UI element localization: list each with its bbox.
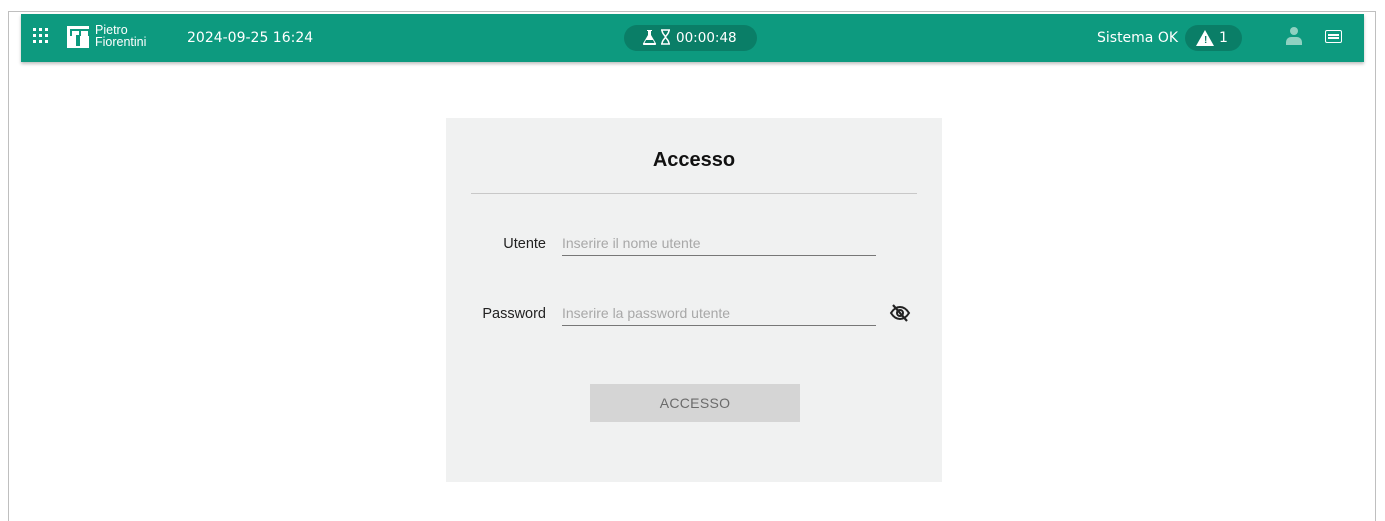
alarm-button[interactable]: ! 1 <box>1185 25 1242 51</box>
flask-icon <box>642 29 657 49</box>
password-input[interactable] <box>562 301 876 326</box>
brand-name-line2: Fiorentini <box>95 35 147 49</box>
current-datetime: 2024-09-25 16:24 <box>187 30 314 46</box>
session-timer: 00:00:48 <box>624 25 757 51</box>
hourglass-icon <box>660 29 671 49</box>
top-bar: Pietro Fiorentini 2024-09-25 16:24 00:00… <box>21 14 1364 62</box>
brand-logo-icon <box>67 26 90 48</box>
password-label: Password <box>482 306 546 322</box>
system-status: Sistema OK <box>1097 30 1179 46</box>
username-input[interactable] <box>562 231 876 256</box>
login-panel: Accesso Utente Password ACCESSO <box>446 118 942 482</box>
keyboard-icon[interactable] <box>1325 30 1342 43</box>
username-label: Utente <box>503 236 546 252</box>
login-button[interactable]: ACCESSO <box>590 384 800 422</box>
apps-grid-icon[interactable] <box>33 28 49 44</box>
title-divider <box>471 193 917 194</box>
eye-off-icon[interactable] <box>889 303 911 323</box>
login-title: Accesso <box>652 149 736 171</box>
alarm-count: 1 <box>1219 30 1228 46</box>
user-icon[interactable] <box>1286 27 1302 47</box>
brand-name: Pietro Fiorentini <box>95 24 147 49</box>
timer-value: 00:00:48 <box>676 30 737 46</box>
